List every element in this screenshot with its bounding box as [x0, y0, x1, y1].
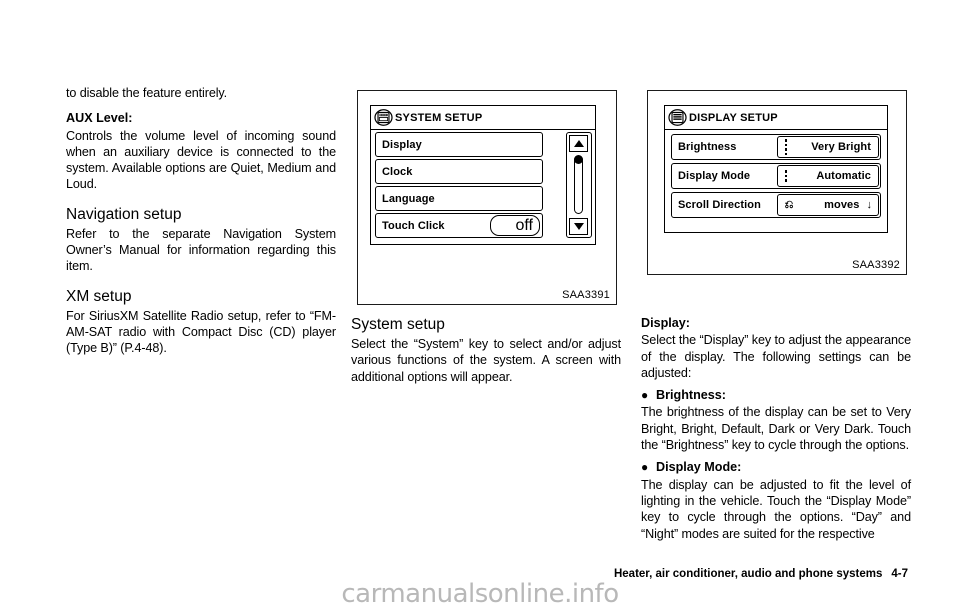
display-setup-title: DISPLAY SETUP — [689, 111, 778, 124]
system-setup-heading: System setup — [351, 316, 445, 333]
system-setup-title-bar: SYSTEM SETUP — [371, 106, 595, 130]
triangle-up-icon — [573, 140, 584, 147]
system-row-language[interactable]: Language — [375, 186, 543, 211]
bullet-display-mode-paragraph: The display can be adjusted to fit the l… — [641, 477, 911, 541]
system-row-display[interactable]: Display — [375, 132, 543, 157]
scrollbar-track[interactable] — [574, 156, 583, 214]
display-heading: Display: — [641, 316, 690, 330]
system-row-language-label: Language — [382, 192, 435, 205]
aux-level-heading: AUX Level: — [66, 111, 133, 126]
display-setup-body: Brightness Very Bright Display Mode Auto… — [665, 130, 887, 232]
scroll-up-button[interactable] — [569, 135, 588, 152]
figure-display-setup: DISPLAY SETUP Brightness Very Bright Dis… — [647, 90, 907, 275]
system-setup-list: Display Clock Language Touch Click off — [375, 132, 543, 240]
bullet-brightness-paragraph: The brightness of the display can be set… — [641, 405, 911, 453]
navigation-setup-heading: Navigation setup — [66, 205, 182, 223]
xm-setup-paragraph: For SiriusXM Satellite Radio setup, refe… — [66, 308, 336, 356]
bullet-display-mode-label: Display Mode: — [656, 460, 742, 475]
system-row-touch-click[interactable]: Touch Click off — [375, 213, 543, 238]
aux-level-paragraph: Controls the volume level of incoming so… — [66, 128, 336, 192]
bullet-dot-icon: ● — [641, 460, 649, 475]
column-left: to disable the feature entirely. AUX Lev… — [66, 85, 336, 357]
scroll-down-button[interactable] — [569, 218, 588, 235]
display-setup-icon — [668, 109, 687, 126]
display-row-display-mode-label: Display Mode — [678, 170, 751, 182]
system-setup-paragraph: Select the “System” key to select and/or… — [351, 337, 621, 384]
display-row-brightness-control[interactable]: Very Bright — [777, 136, 879, 158]
bullet-dot-icon: ● — [641, 388, 649, 403]
display-row-scroll-direction-control[interactable]: ⎌ moves ↓ — [777, 194, 879, 216]
bullet-brightness-label: Brightness: — [656, 388, 726, 403]
system-row-clock-label: Clock — [382, 165, 413, 178]
manual-page: to disable the feature entirely. AUX Lev… — [0, 0, 960, 611]
column-middle: System setup Select the “System” key to … — [351, 315, 621, 385]
watermark: carmanualsonline.info — [341, 579, 619, 609]
display-row-brightness-label: Brightness — [678, 141, 737, 153]
arrow-down-icon: ↓ — [866, 199, 873, 211]
bullet-brightness: ● Brightness: — [641, 381, 911, 404]
system-row-touch-click-label: Touch Click — [382, 219, 445, 232]
triangle-down-icon — [573, 223, 584, 230]
navigation-setup-paragraph: Refer to the separate Navigation System … — [66, 226, 336, 274]
display-paragraph: Select the “Display” key to adjust the a… — [641, 333, 911, 380]
dots-indicator-icon — [778, 170, 792, 182]
display-row-display-mode-control[interactable]: Automatic — [777, 165, 879, 187]
system-setup-screen: SYSTEM SETUP Display Clock Language Touc… — [370, 105, 596, 245]
system-setup-scrollbar[interactable] — [566, 132, 592, 238]
figure-display-caption: SAA3392 — [852, 259, 900, 271]
column-right: Display: Select the “Display” key to adj… — [641, 315, 911, 542]
figure-system-setup: SYSTEM SETUP Display Clock Language Touc… — [357, 90, 617, 305]
system-row-touch-click-toggle[interactable]: off — [490, 215, 540, 236]
display-row-scroll-direction-value: moves — [824, 199, 860, 211]
display-row-scroll-direction-label: Scroll Direction — [678, 199, 761, 211]
dots-indicator-icon — [778, 139, 792, 155]
scrollbar-thumb[interactable] — [574, 155, 583, 164]
display-setup-title-bar: DISPLAY SETUP — [665, 106, 887, 130]
xm-setup-heading: XM setup — [66, 287, 132, 305]
system-row-touch-click-value: off — [515, 216, 534, 234]
system-row-display-label: Display — [382, 138, 422, 151]
system-setup-body: Display Clock Language Touch Click off — [371, 130, 595, 244]
bullet-display-mode: ● Display Mode: — [641, 453, 911, 476]
system-setup-icon — [374, 109, 393, 126]
system-row-clock[interactable]: Clock — [375, 159, 543, 184]
display-row-display-mode-value: Automatic — [816, 170, 871, 182]
display-row-brightness[interactable]: Brightness Very Bright — [671, 134, 881, 160]
intro-paragraph: to disable the feature entirely. — [66, 86, 228, 100]
display-setup-screen: DISPLAY SETUP Brightness Very Bright Dis… — [664, 105, 888, 233]
system-setup-title: SYSTEM SETUP — [395, 111, 483, 124]
figure-system-caption: SAA3391 — [562, 289, 610, 301]
display-row-brightness-value: Very Bright — [811, 141, 871, 153]
display-row-display-mode[interactable]: Display Mode Automatic — [671, 163, 881, 189]
display-row-scroll-direction[interactable]: Scroll Direction ⎌ moves ↓ — [671, 192, 881, 218]
circle-arrow-icon: ⎌ — [784, 198, 794, 211]
